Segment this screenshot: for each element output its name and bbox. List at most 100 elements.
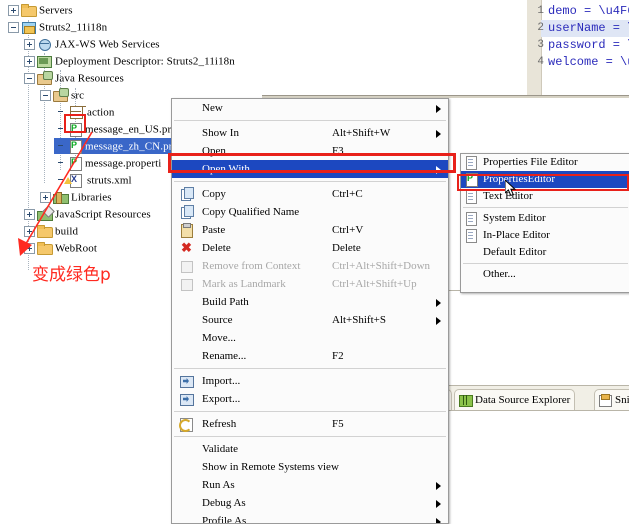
menu-item-new[interactable]: New bbox=[172, 99, 448, 117]
menu-item-label: Remove from Context bbox=[202, 260, 301, 272]
code-line[interactable]: welcome = \u6B22\u8FCE\u60A8\uFF01 bbox=[548, 54, 629, 71]
properties-file-icon bbox=[69, 156, 82, 172]
properties-file-editor[interactable]: 1 demo = \u4F60\u597D \u4E16\u754C\uFF01 2… bbox=[262, 0, 629, 95]
submenu-item-label: In-Place Editor bbox=[483, 229, 550, 241]
menu-item-paste[interactable]: Paste Ctrl+V bbox=[172, 221, 448, 239]
tree-item-label: src bbox=[71, 89, 85, 102]
javascript-resources-icon bbox=[37, 207, 53, 222]
collapse-icon[interactable] bbox=[40, 89, 51, 101]
submenu-item-label: Other... bbox=[483, 268, 516, 280]
page-icon bbox=[465, 156, 478, 170]
data-source-explorer-icon bbox=[459, 394, 473, 408]
tree-item-label: Deployment Descriptor: Struts2_11i18n bbox=[55, 55, 235, 68]
tree-item-deployment-descriptor-struts2-11i18n[interactable]: Deployment Descriptor: Struts2_11i18n bbox=[24, 53, 235, 69]
submenu-item-system-editor[interactable]: System Editor bbox=[461, 210, 629, 227]
tree-item-message-properti[interactable]: message.properti bbox=[56, 155, 161, 172]
menu-item-rename[interactable]: Rename... F2 bbox=[172, 347, 448, 365]
submenu-item-other[interactable]: Other... bbox=[461, 266, 629, 283]
menu-item-delete[interactable]: ✖ Delete Delete bbox=[172, 239, 448, 257]
tree-item-message-zh-cn-pr[interactable]: message_zh_CN.pr bbox=[54, 138, 176, 155]
tab-label: Snip bbox=[615, 394, 629, 406]
submenu-arrow-icon bbox=[436, 500, 441, 508]
properties-file-icon bbox=[69, 139, 82, 155]
menu-item-copy[interactable]: Copy Ctrl+C bbox=[172, 185, 448, 203]
expand-icon[interactable] bbox=[24, 38, 35, 50]
expand-icon[interactable] bbox=[24, 225, 35, 237]
menu-item-label: Build Path bbox=[202, 296, 249, 308]
tree-item-label: message_zh_CN.pr bbox=[85, 140, 173, 153]
menu-item-profile-as[interactable]: Profile As bbox=[172, 512, 448, 524]
menu-item-label: Paste bbox=[202, 224, 226, 236]
tree-item-struts-xml[interactable]: struts.xml bbox=[56, 172, 132, 189]
tree-item-src[interactable]: src bbox=[40, 87, 84, 103]
menu-item-debug-as[interactable]: Debug As bbox=[172, 494, 448, 512]
submenu-item-properties-file-editor[interactable]: Properties File Editor bbox=[461, 154, 629, 171]
menu-item-import[interactable]: Import... bbox=[172, 372, 448, 390]
menu-item-label: Source bbox=[202, 314, 233, 326]
tree-item-jax-ws-web-services[interactable]: JAX-WS Web Services bbox=[24, 36, 160, 52]
view-tab-strip[interactable]: rsData Source ExplorerSnip bbox=[440, 385, 629, 412]
twisty-spacer-icon bbox=[56, 158, 67, 169]
menu-item-show-in[interactable]: Show In Alt+Shift+W bbox=[172, 124, 448, 142]
menu-item-shortcut: Delete bbox=[332, 242, 361, 254]
tree-item-webroot[interactable]: WebRoot bbox=[24, 240, 97, 256]
menu-item-shortcut: F2 bbox=[332, 350, 344, 362]
export-icon bbox=[179, 392, 194, 406]
submenu-item-in-place-editor[interactable]: In-Place Editor bbox=[461, 227, 629, 244]
tree-item-libraries[interactable]: Libraries bbox=[40, 189, 112, 205]
menu-separator bbox=[174, 411, 446, 412]
menu-item-refresh[interactable]: Refresh F5 bbox=[172, 415, 448, 433]
libraries-icon bbox=[53, 190, 69, 205]
expand-icon[interactable] bbox=[24, 242, 35, 254]
import-icon bbox=[179, 374, 194, 388]
project-icon bbox=[21, 20, 36, 35]
tree-item-label: action bbox=[87, 106, 115, 119]
expand-icon[interactable] bbox=[24, 55, 35, 67]
menu-item-shortcut: Ctrl+V bbox=[332, 224, 364, 236]
menu-item-export[interactable]: Export... bbox=[172, 390, 448, 408]
annotation-text: 变成绿色p bbox=[32, 265, 111, 285]
menu-separator bbox=[174, 436, 446, 437]
menu-item-move[interactable]: Move... bbox=[172, 329, 448, 347]
line-number: 1 bbox=[537, 5, 544, 17]
menu-item-shortcut: Alt+Shift+S bbox=[332, 314, 386, 326]
tree-item-javascript-resources[interactable]: JavaScript Resources bbox=[24, 206, 151, 222]
menu-item-validate[interactable]: Validate bbox=[172, 440, 448, 458]
menu-item-label: Profile As bbox=[202, 515, 247, 524]
tree-item-build[interactable]: build bbox=[24, 223, 78, 239]
tree-item-label: Java Resources bbox=[55, 72, 124, 85]
tab-snip[interactable]: Snip bbox=[594, 389, 629, 411]
tab-data-source-explorer[interactable]: Data Source Explorer bbox=[454, 389, 576, 411]
menu-item-build-path[interactable]: Build Path bbox=[172, 293, 448, 311]
menu-item-copy-qualified-name[interactable]: Copy Qualified Name bbox=[172, 203, 448, 221]
code-line[interactable]: password = \u5BC6\u7801 bbox=[548, 37, 629, 54]
menu-item-shortcut: Ctrl+C bbox=[332, 188, 363, 200]
tree-item-label: JAX-WS Web Services bbox=[55, 38, 160, 51]
code-line[interactable]: userName = \u7528\u6237\u540D bbox=[548, 20, 629, 37]
submenu-arrow-icon bbox=[436, 105, 441, 113]
tree-item-servers[interactable]: Servers bbox=[8, 2, 73, 18]
menu-item-mark-as-landmark: Mark as Landmark Ctrl+Alt+Shift+Up bbox=[172, 275, 448, 293]
menu-item-show-in-remote-systems-view[interactable]: Show in Remote Systems view bbox=[172, 458, 448, 476]
menu-item-source[interactable]: Source Alt+Shift+S bbox=[172, 311, 448, 329]
warning-badge-icon bbox=[64, 177, 72, 185]
tree-item-label: build bbox=[55, 225, 79, 238]
menu-item-run-as[interactable]: Run As bbox=[172, 476, 448, 494]
line-number: 3 bbox=[537, 39, 544, 51]
snippets-icon bbox=[599, 394, 612, 408]
menu-item-label: Copy bbox=[202, 188, 226, 200]
code-line[interactable]: demo = \u4F60\u597D \u4E16\u754C\uFF01 bbox=[548, 3, 629, 20]
tree-item-struts2-11i18n[interactable]: Struts2_11i18n bbox=[8, 19, 107, 35]
expand-icon[interactable] bbox=[40, 191, 51, 203]
line-number: 2 bbox=[537, 22, 544, 34]
collapse-icon[interactable] bbox=[24, 72, 35, 84]
menu-item-label: Export... bbox=[202, 393, 241, 405]
expand-icon[interactable] bbox=[24, 208, 35, 220]
menu-item-shortcut: Alt+Shift+W bbox=[332, 127, 391, 139]
mouse-cursor-icon bbox=[505, 180, 517, 197]
tree-item-label: Servers bbox=[39, 4, 73, 17]
submenu-item-default-editor[interactable]: Default Editor bbox=[461, 244, 629, 261]
expand-icon[interactable] bbox=[8, 4, 19, 16]
tree-item-java-resources[interactable]: Java Resources bbox=[24, 70, 124, 86]
collapse-icon[interactable] bbox=[8, 21, 19, 33]
